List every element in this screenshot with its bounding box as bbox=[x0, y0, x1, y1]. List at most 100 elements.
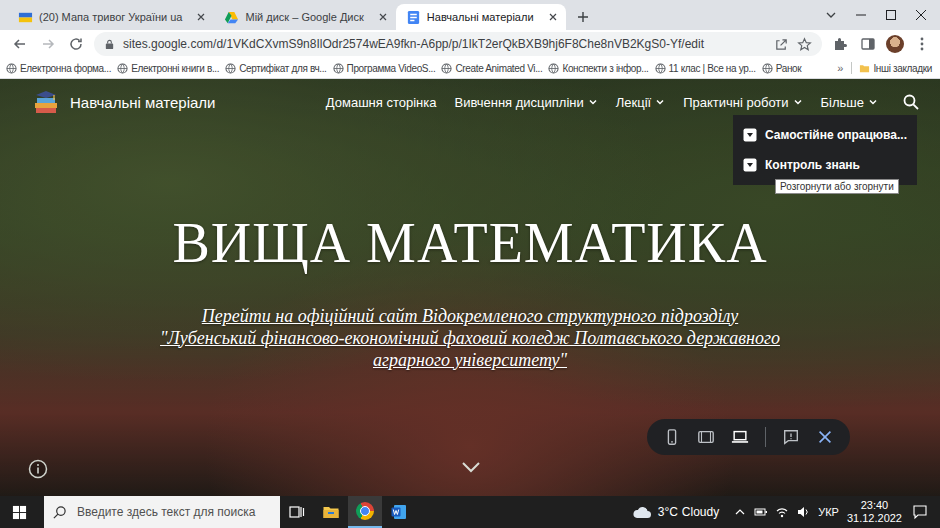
browser-menu-icon[interactable] bbox=[914, 36, 930, 52]
nav-item[interactable]: Домашня сторінка bbox=[326, 95, 437, 110]
taskbar-app[interactable] bbox=[314, 496, 348, 528]
back-icon[interactable] bbox=[12, 36, 28, 52]
preview-mode-button[interactable] bbox=[782, 428, 800, 446]
college-link[interactable]: Перейти на офіційний сайт Відокремленого… bbox=[160, 305, 780, 371]
menu-item[interactable]: Самостійне опрацюва... bbox=[743, 123, 907, 147]
tab-strip: (20) Мапа тривог України uaМій диск – Go… bbox=[0, 0, 940, 30]
close-window-icon[interactable] bbox=[914, 8, 928, 22]
task-view-button[interactable] bbox=[280, 496, 314, 528]
network-icon[interactable] bbox=[775, 505, 789, 519]
search-icon[interactable] bbox=[902, 93, 920, 111]
cloud-icon bbox=[632, 505, 652, 519]
show-hidden-icons-icon[interactable] bbox=[733, 505, 747, 519]
bookmark[interactable]: Программа VideoS... bbox=[331, 63, 438, 74]
chevron-down-icon bbox=[655, 97, 665, 107]
globe-icon bbox=[762, 63, 773, 74]
info-icon[interactable] bbox=[28, 459, 48, 479]
search-icon bbox=[52, 505, 67, 520]
bookmark[interactable]: Конспекти з інфор... bbox=[546, 63, 650, 74]
preview-toolbar bbox=[647, 419, 850, 455]
taskbar: Введите здесь текст для поиска 3°CCloudy У… bbox=[0, 496, 940, 528]
extensions-icon[interactable] bbox=[832, 36, 848, 52]
hero-photo: Навчальні матеріали Домашня сторінка Вивче… bbox=[0, 79, 940, 496]
drive-favicon-icon bbox=[224, 10, 239, 25]
browser-tab[interactable]: Навчальні матеріали bbox=[396, 4, 566, 30]
globe-icon bbox=[117, 63, 128, 74]
reload-icon[interactable] bbox=[68, 36, 84, 52]
other-bookmarks[interactable]: Інші закладки bbox=[857, 63, 934, 74]
bookmark[interactable]: Create Animated Vi... bbox=[439, 63, 544, 74]
hero-title: ВИЩА МАТЕМАТИКА bbox=[172, 213, 767, 275]
bookmark[interactable]: Електронні книги в... bbox=[115, 63, 221, 74]
chevron-down-icon bbox=[588, 97, 598, 107]
new-tab-icon[interactable] bbox=[576, 10, 590, 24]
tab-search-icon[interactable] bbox=[824, 8, 838, 22]
preview-mode-button[interactable] bbox=[731, 428, 749, 446]
preview-mode-button[interactable] bbox=[697, 428, 715, 446]
bookmark[interactable]: Електронна форма... bbox=[4, 63, 113, 74]
notifications-icon[interactable] bbox=[912, 504, 928, 520]
battery-icon[interactable] bbox=[754, 505, 768, 519]
weather-widget[interactable]: 3°CCloudy bbox=[632, 505, 720, 519]
profile-avatar[interactable] bbox=[886, 35, 904, 53]
bookmarks-overflow[interactable]: » bbox=[834, 62, 846, 74]
chevron-down-icon bbox=[868, 97, 878, 107]
browser-tab[interactable]: Мій диск – Google Диск bbox=[214, 4, 395, 30]
lock-icon bbox=[104, 39, 115, 50]
nav-item[interactable]: Більше bbox=[821, 95, 878, 110]
expand-toggle-icon[interactable] bbox=[743, 158, 757, 172]
preview-mode-button[interactable] bbox=[816, 428, 834, 446]
side-panel-icon[interactable] bbox=[860, 36, 876, 52]
input-language[interactable]: УКР bbox=[818, 506, 839, 518]
bookmarks-bar: Електронна форма...Електронні книги в...… bbox=[0, 58, 940, 79]
browser-toolbar: sites.google.com/d/1VKdCXvmS9n8IlOdr2574… bbox=[0, 30, 940, 58]
taskbar-search[interactable]: Введите здесь текст для поиска bbox=[44, 496, 280, 528]
windows-start-icon[interactable] bbox=[12, 505, 27, 520]
minimize-icon[interactable] bbox=[854, 8, 868, 22]
toolbar-separator bbox=[765, 427, 766, 447]
tablet-icon bbox=[697, 428, 715, 446]
bookmark[interactable]: 11 клас | Все на ур... bbox=[653, 63, 758, 74]
tooltip: Розгорнути або згорнути bbox=[775, 179, 899, 194]
preview-mode-button[interactable] bbox=[663, 428, 681, 446]
browser-tab[interactable]: (20) Мапа тривог України ua bbox=[8, 4, 214, 30]
nav-item[interactable]: Лекції bbox=[616, 95, 665, 110]
speaker-icon[interactable] bbox=[796, 505, 810, 519]
file-explorer-icon bbox=[322, 503, 340, 521]
share-icon[interactable] bbox=[774, 37, 789, 52]
clock[interactable]: 23:4031.12.2022 bbox=[847, 499, 902, 525]
feedback-icon bbox=[782, 428, 800, 446]
bookmarks-separator bbox=[851, 62, 852, 74]
laptop-icon bbox=[731, 428, 749, 446]
close-tab-icon[interactable] bbox=[548, 12, 558, 22]
globe-icon bbox=[548, 63, 559, 74]
address-bar[interactable]: sites.google.com/d/1VKdCXvmS9n8IlOdr2574… bbox=[94, 32, 822, 56]
phone-icon bbox=[663, 428, 681, 446]
more-menu: Самостійне опрацюва... Контроль знань bbox=[733, 115, 917, 185]
word-icon bbox=[390, 503, 408, 521]
task-view-icon bbox=[288, 503, 306, 521]
sites-favicon-icon bbox=[406, 10, 421, 25]
close-tab-icon[interactable] bbox=[378, 12, 388, 22]
maximize-icon[interactable] bbox=[884, 8, 898, 22]
globe-icon bbox=[441, 63, 452, 74]
scroll-down-icon[interactable] bbox=[461, 461, 481, 473]
bookmark[interactable]: Ранок bbox=[760, 63, 804, 74]
system-tray bbox=[733, 505, 810, 519]
globe-icon bbox=[333, 63, 344, 74]
nav-item[interactable]: Практичні роботи bbox=[683, 95, 802, 110]
alerts-favicon-icon bbox=[18, 10, 33, 25]
site-nav: Домашня сторінка Вивчення дисципліни Лекці… bbox=[326, 93, 920, 111]
bookmark-star-icon[interactable] bbox=[797, 37, 812, 52]
forward-icon[interactable] bbox=[40, 36, 56, 52]
expand-toggle-icon[interactable] bbox=[743, 128, 757, 142]
close-tab-icon[interactable] bbox=[196, 12, 206, 22]
nav-item[interactable]: Вивчення дисципліни bbox=[455, 95, 598, 110]
taskbar-app[interactable] bbox=[382, 496, 416, 528]
taskbar-app[interactable] bbox=[348, 496, 382, 528]
site-title[interactable]: Навчальні матеріали bbox=[70, 94, 216, 111]
menu-item[interactable]: Контроль знань bbox=[743, 153, 907, 177]
close-preview-icon bbox=[816, 428, 834, 446]
books-logo-icon[interactable] bbox=[32, 88, 60, 116]
bookmark[interactable]: Сертифікат для вч... bbox=[223, 63, 328, 74]
